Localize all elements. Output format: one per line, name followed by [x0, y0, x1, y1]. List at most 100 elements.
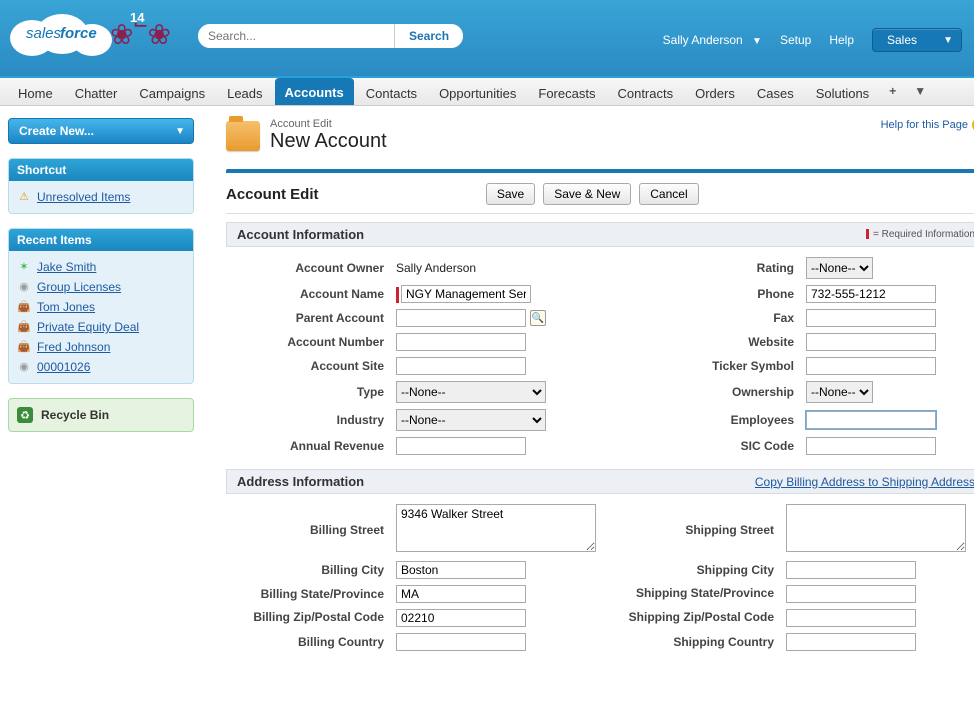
tab-home[interactable]: Home [8, 78, 63, 105]
cancel-button[interactable]: Cancel [639, 183, 698, 205]
recent-items-heading: Recent Items [9, 229, 193, 251]
billing-city-label: Billing City [226, 563, 396, 577]
svg-text:force: force [60, 25, 97, 42]
folder-icon [226, 121, 260, 151]
global-search: Search [198, 24, 463, 48]
recent-item-link[interactable]: Private Equity Deal [37, 320, 139, 334]
search-input[interactable] [198, 24, 398, 48]
owner-value: Sally Anderson [396, 261, 616, 275]
phone-input[interactable] [806, 285, 936, 303]
unresolved-items-link[interactable]: Unresolved Items [37, 190, 130, 204]
tab-chatter[interactable]: Chatter [65, 78, 128, 105]
account-site-input[interactable] [396, 357, 526, 375]
fax-input[interactable] [806, 309, 936, 327]
account-info-form: Account Owner Sally Anderson Rating --No… [226, 247, 974, 461]
tab-solutions[interactable]: Solutions [806, 78, 879, 105]
employees-label: Employees [666, 413, 806, 427]
save-and-new-button[interactable]: Save & New [543, 183, 631, 205]
industry-select[interactable]: --None-- [396, 409, 546, 431]
billing-state-input[interactable] [396, 585, 526, 603]
lookup-icon[interactable]: 🔍 [530, 310, 546, 326]
recycle-bin[interactable]: ♻ Recycle Bin [8, 398, 194, 432]
page-help-link[interactable]: Help for this Page ? [881, 118, 974, 132]
account-name-input[interactable] [401, 285, 531, 303]
tab-campaigns[interactable]: Campaigns [129, 78, 215, 105]
revenue-input[interactable] [396, 437, 526, 455]
sic-input[interactable] [806, 437, 936, 455]
tab-orders[interactable]: Orders [685, 78, 745, 105]
type-select[interactable]: --None-- [396, 381, 546, 403]
main-tabs: HomeChatterCampaignsLeadsAccountsContact… [0, 76, 974, 106]
copy-address-link[interactable]: Copy Billing Address to Shipping Address [755, 475, 974, 489]
tab-cases[interactable]: Cases [747, 78, 804, 105]
rating-select[interactable]: --None-- [806, 257, 873, 279]
shipping-city-label: Shipping City [626, 563, 786, 577]
billing-street-input[interactable]: 9346 Walker Street [396, 504, 596, 552]
edit-heading: Account Edit [226, 186, 319, 203]
create-new-button[interactable]: Create New... ▼ [8, 118, 194, 144]
caret-down-icon: ▼ [752, 36, 762, 47]
billing-zip-label: Billing Zip/Postal Code [226, 611, 396, 624]
recycle-icon: ♻ [17, 407, 33, 423]
address-info-heading-row: Address Information Copy Billing Address… [226, 469, 974, 494]
recent-item-link[interactable]: 00001026 [37, 360, 90, 374]
billing-city-input[interactable] [396, 561, 526, 579]
fax-label: Fax [666, 311, 806, 325]
tab-overflow-menu[interactable]: ▼ [906, 78, 934, 105]
ticker-input[interactable] [806, 357, 936, 375]
main-content: Account Edit New Account Help for this P… [202, 106, 974, 677]
tab-opportunities[interactable]: Opportunities [429, 78, 526, 105]
recent-item-link[interactable]: Tom Jones [37, 300, 95, 314]
app-name: Sales [887, 33, 917, 47]
save-button[interactable]: Save [486, 183, 535, 205]
shipping-zip-input[interactable] [786, 609, 916, 627]
sidebar: Create New... ▼ Shortcut ⚠ Unresolved It… [0, 106, 202, 677]
recent-item-link[interactable]: Fred Johnson [37, 340, 110, 354]
sic-label: SIC Code [666, 439, 806, 453]
recent-item: ◉ 00001026 [17, 357, 185, 377]
bag-icon: 👜 [17, 340, 31, 354]
flower-decoration-icon: ❀՟❀ [110, 18, 171, 51]
shipping-zip-label: Shipping Zip/Postal Code [626, 611, 786, 624]
tab-forecasts[interactable]: Forecasts [528, 78, 605, 105]
bag-icon: 👜 [17, 320, 31, 334]
billing-street-label: Billing Street [226, 523, 396, 537]
recent-item: 👜Tom Jones [17, 297, 185, 317]
shipping-city-input[interactable] [786, 561, 916, 579]
header-right: Sally Anderson ▼ Setup Help Sales ▼ [663, 28, 962, 52]
help-link[interactable]: Help [829, 33, 854, 47]
disc-icon: ◉ [17, 280, 31, 294]
shipping-country-input[interactable] [786, 633, 916, 651]
ownership-select[interactable]: --None-- [806, 381, 873, 403]
app-switcher[interactable]: Sales ▼ [872, 28, 962, 52]
owner-label: Account Owner [226, 261, 396, 275]
shipping-street-label: Shipping Street [626, 523, 786, 537]
tab-contracts[interactable]: Contracts [607, 78, 683, 105]
billing-country-input[interactable] [396, 633, 526, 651]
add-tab-button[interactable]: + [881, 78, 904, 105]
account-number-input[interactable] [396, 333, 526, 351]
shipping-state-input[interactable] [786, 585, 916, 603]
caret-down-icon: ▼ [943, 35, 953, 46]
tab-contacts[interactable]: Contacts [356, 78, 427, 105]
tab-accounts[interactable]: Accounts [275, 78, 354, 105]
account-site-label: Account Site [226, 359, 396, 373]
global-header: sales force 14 ❀՟❀ Search Sally Anderson… [0, 0, 974, 76]
type-label: Type [226, 385, 396, 399]
shipping-street-input[interactable] [786, 504, 966, 552]
recent-item: ◉ Group Licenses [17, 277, 185, 297]
website-input[interactable] [806, 333, 936, 351]
user-menu[interactable]: Sally Anderson ▼ [663, 33, 762, 47]
create-new-label: Create New... [19, 124, 94, 138]
search-button[interactable]: Search [394, 24, 463, 48]
recent-item-link[interactable]: Group Licenses [37, 280, 121, 294]
setup-link[interactable]: Setup [780, 33, 811, 47]
industry-label: Industry [226, 413, 396, 427]
employees-input[interactable] [806, 411, 936, 429]
disc-icon: ◉ [17, 360, 31, 374]
caret-down-icon: ▼ [175, 126, 185, 137]
billing-zip-input[interactable] [396, 609, 526, 627]
parent-account-input[interactable] [396, 309, 526, 327]
recent-item-link[interactable]: Jake Smith [37, 260, 96, 274]
tab-leads[interactable]: Leads [217, 78, 272, 105]
